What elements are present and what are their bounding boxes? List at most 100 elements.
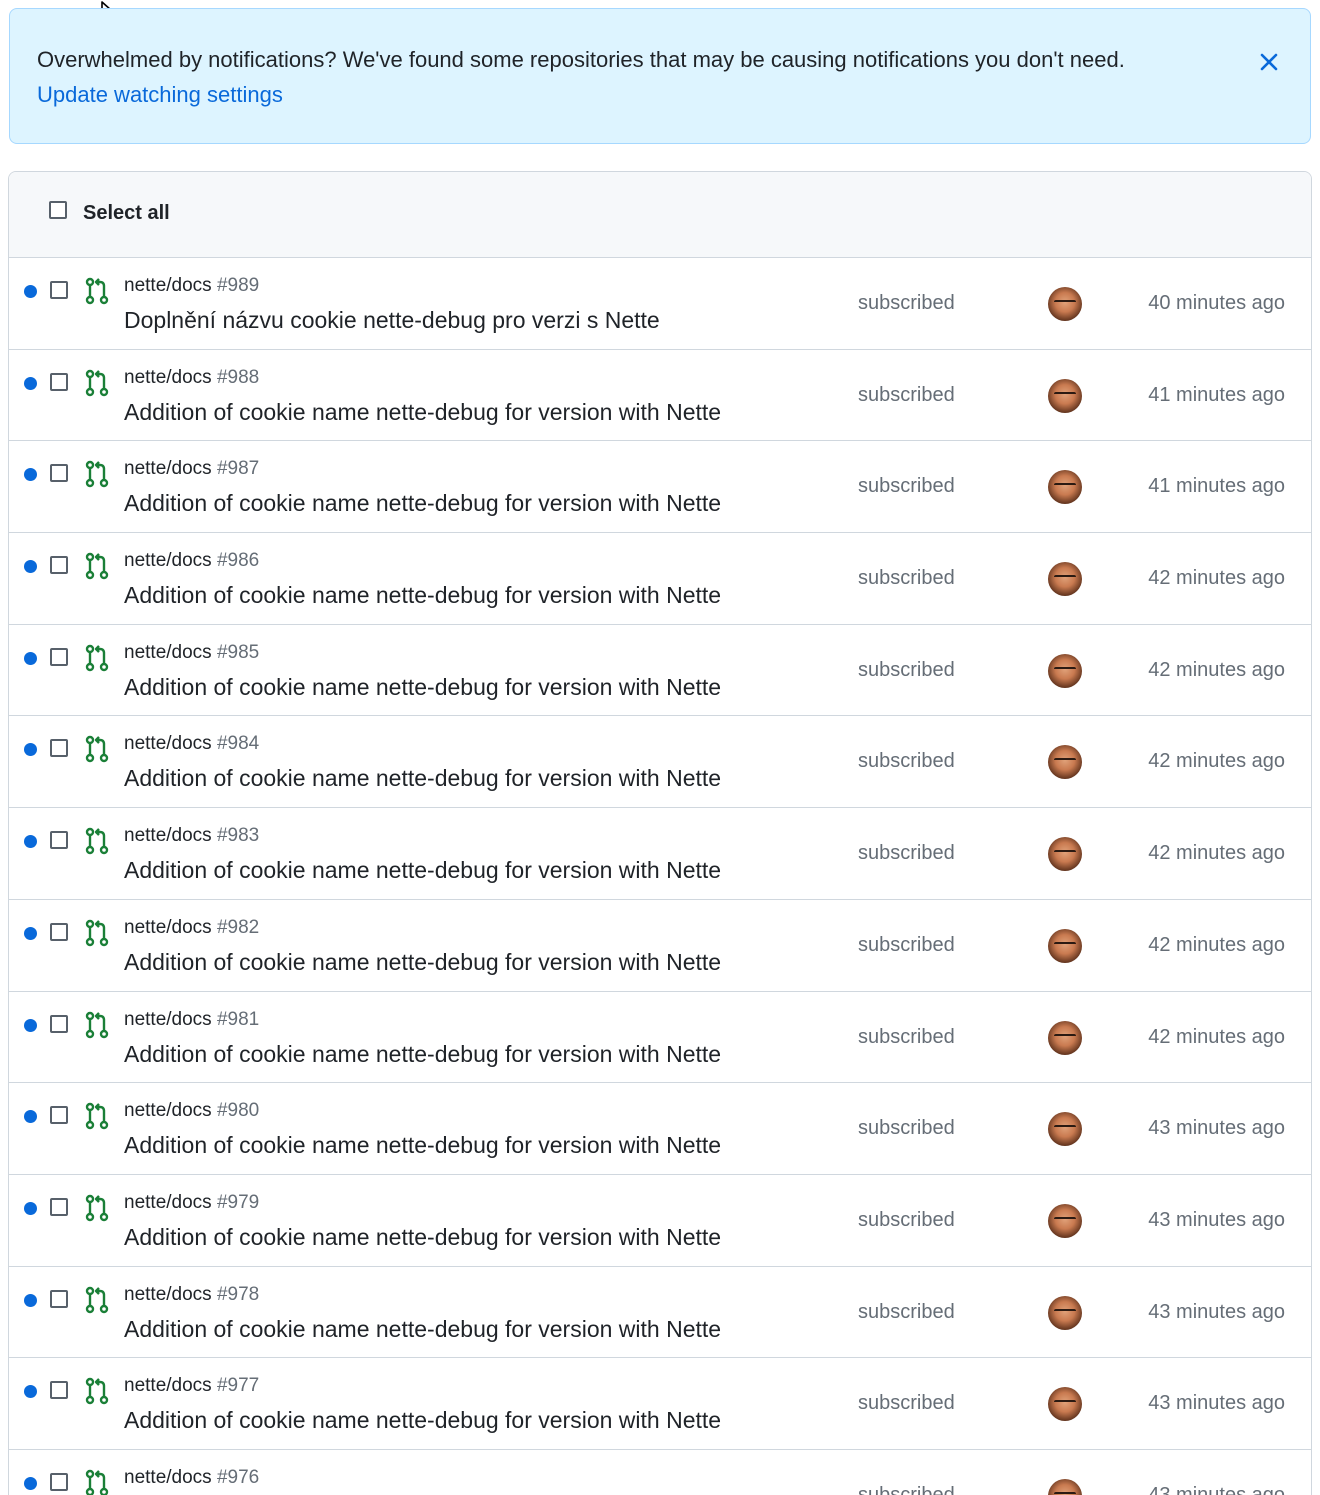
notification-checkbox[interactable] xyxy=(50,1381,68,1400)
select-all-label[interactable]: Select all xyxy=(83,202,170,225)
issue-number: #984 xyxy=(216,733,260,755)
notification-checkbox[interactable] xyxy=(50,1289,68,1308)
notification-time: 41 minutes ago xyxy=(1148,383,1285,406)
notification-checkbox[interactable] xyxy=(50,1472,68,1491)
notification-reason: subscribed xyxy=(858,1300,955,1323)
notification-reason: subscribed xyxy=(858,1025,955,1048)
issue-number: #982 xyxy=(216,916,260,938)
notification-title[interactable]: Addition of cookie name nette-debug for … xyxy=(124,1407,721,1434)
issue-number: #985 xyxy=(216,641,260,663)
avatar[interactable] xyxy=(1048,928,1082,963)
issue-number: #980 xyxy=(216,1100,260,1122)
notification-time: 42 minutes ago xyxy=(1148,567,1285,590)
notification-title[interactable]: Doplnění názvu cookie nette-debug pro ve… xyxy=(124,307,660,334)
notification-row[interactable]: nette/docs #977 Addition of cookie name … xyxy=(9,1358,1311,1450)
pull-request-icon xyxy=(85,1011,109,1038)
avatar[interactable] xyxy=(1048,1387,1082,1422)
pull-request-icon xyxy=(85,644,109,671)
notification-time: 42 minutes ago xyxy=(1148,933,1285,956)
notification-checkbox[interactable] xyxy=(50,1014,68,1033)
avatar[interactable] xyxy=(1048,745,1082,780)
notification-row[interactable]: nette/docs #986 Addition of cookie name … xyxy=(9,533,1311,625)
notification-row[interactable]: nette/docs #983 Addition of cookie name … xyxy=(9,808,1311,900)
unread-indicator xyxy=(24,1476,37,1490)
notification-checkbox[interactable] xyxy=(50,831,68,850)
avatar-glasses xyxy=(1054,391,1076,400)
avatar-glasses xyxy=(1054,483,1076,491)
unread-indicator xyxy=(24,1018,37,1032)
avatar-glasses xyxy=(1054,1308,1076,1317)
notification-checkbox[interactable] xyxy=(50,372,68,391)
unread-indicator xyxy=(24,926,37,940)
notification-title[interactable]: Addition of cookie name nette-debug for … xyxy=(124,582,721,609)
notification-checkbox[interactable] xyxy=(50,1197,68,1216)
notification-row[interactable]: nette/docs #980 Addition of cookie name … xyxy=(9,1083,1311,1175)
notifications-page: Overwhelmed by notifications? We've foun… xyxy=(0,0,1320,1495)
x-icon xyxy=(1260,53,1278,71)
pull-request-icon xyxy=(85,827,109,855)
notification-row[interactable]: nette/docs #987 Addition of cookie name … xyxy=(9,441,1311,534)
unread-indicator xyxy=(24,1385,37,1399)
notification-time: 43 minutes ago xyxy=(1148,1208,1285,1231)
notification-checkbox[interactable] xyxy=(50,281,68,299)
notification-row[interactable]: nette/docs #988 Addition of cookie name … xyxy=(9,350,1311,442)
avatar[interactable] xyxy=(1048,653,1082,688)
notification-title[interactable]: Addition of cookie name nette-debug for … xyxy=(124,1041,721,1068)
avatar[interactable] xyxy=(1048,1020,1082,1055)
avatar-glasses xyxy=(1054,300,1076,308)
notification-checkbox[interactable] xyxy=(50,556,68,575)
notification-title[interactable]: Addition of cookie name nette-debug for … xyxy=(124,490,721,517)
notification-repo-line: nette/docs #977 xyxy=(124,1375,259,1397)
avatar[interactable] xyxy=(1048,470,1082,505)
update-watching-settings-link[interactable]: Update watching settings xyxy=(37,82,283,108)
notification-time: 42 minutes ago xyxy=(1148,658,1285,681)
banner-close-button[interactable] xyxy=(1256,49,1282,75)
notification-title[interactable]: Addition of cookie name nette-debug for … xyxy=(124,399,721,426)
avatar[interactable] xyxy=(1048,1478,1082,1495)
avatar[interactable] xyxy=(1048,378,1082,413)
notification-title[interactable]: Addition of cookie name nette-debug for … xyxy=(124,857,721,884)
notification-row[interactable]: nette/docs #978 Addition of cookie name … xyxy=(9,1267,1311,1359)
notification-row[interactable]: nette/docs #976 subscribed 43 minutes ag… xyxy=(9,1450,1311,1495)
notification-title[interactable]: Addition of cookie name nette-debug for … xyxy=(124,1316,721,1343)
notification-checkbox[interactable] xyxy=(50,739,68,758)
avatar[interactable] xyxy=(1048,1203,1082,1238)
notification-repo-line: nette/docs #985 xyxy=(124,642,259,664)
notification-checkbox[interactable] xyxy=(50,464,68,483)
notification-row[interactable]: nette/docs #984 Addition of cookie name … xyxy=(9,716,1311,809)
unread-indicator xyxy=(24,1293,37,1307)
unread-indicator xyxy=(24,651,37,665)
notification-row[interactable]: nette/docs #985 Addition of cookie name … xyxy=(9,625,1311,717)
notification-row[interactable]: nette/docs #981 Addition of cookie name … xyxy=(9,992,1311,1084)
avatar[interactable] xyxy=(1048,562,1082,597)
notification-title[interactable]: Addition of cookie name nette-debug for … xyxy=(124,674,721,701)
notification-title[interactable]: Addition of cookie name nette-debug for … xyxy=(124,765,721,792)
select-all-checkbox[interactable] xyxy=(49,201,67,219)
notification-row[interactable]: nette/docs #989 Doplnění názvu cookie ne… xyxy=(9,258,1311,350)
notification-reason: subscribed xyxy=(858,383,955,406)
notification-row[interactable]: nette/docs #979 Addition of cookie name … xyxy=(9,1175,1311,1267)
unread-indicator xyxy=(24,835,37,849)
notification-time: 43 minutes ago xyxy=(1148,1300,1285,1323)
notification-checkbox[interactable] xyxy=(50,647,68,666)
pull-request-icon xyxy=(85,1194,109,1222)
notification-row[interactable]: nette/docs #982 Addition of cookie name … xyxy=(9,900,1311,992)
notification-title[interactable]: Addition of cookie name nette-debug for … xyxy=(124,949,721,976)
notification-repo-line: nette/docs #988 xyxy=(124,367,259,389)
notification-title[interactable]: Addition of cookie name nette-debug for … xyxy=(124,1132,721,1159)
notification-time: 43 minutes ago xyxy=(1148,1483,1285,1495)
notification-checkbox[interactable] xyxy=(50,1106,68,1125)
notification-time: 43 minutes ago xyxy=(1148,1117,1285,1140)
avatar[interactable] xyxy=(1048,287,1082,321)
notification-time: 42 minutes ago xyxy=(1148,1025,1285,1048)
repo-name: nette/docs xyxy=(124,1008,212,1030)
notification-checkbox[interactable] xyxy=(50,922,68,941)
notification-title[interactable]: Addition of cookie name nette-debug for … xyxy=(124,1224,721,1251)
notification-reason: subscribed xyxy=(858,1208,955,1231)
repo-name: nette/docs xyxy=(124,1375,212,1397)
avatar[interactable] xyxy=(1048,1112,1082,1147)
avatar[interactable] xyxy=(1048,1295,1082,1330)
avatar[interactable] xyxy=(1048,837,1082,872)
repo-name: nette/docs xyxy=(124,1283,212,1305)
pull-request-icon xyxy=(85,552,109,580)
